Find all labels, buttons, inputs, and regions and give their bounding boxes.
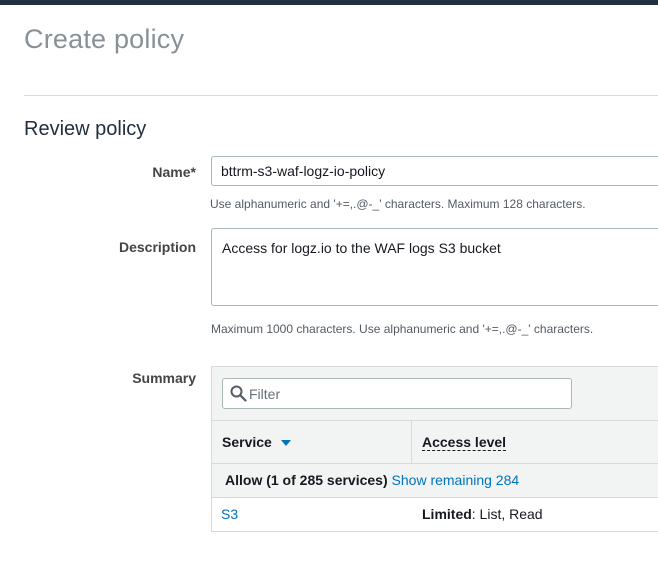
access-level-cell: Limited: List, Read — [422, 498, 543, 531]
description-hint: Maximum 1000 characters. Use alphanumeri… — [211, 322, 594, 336]
name-hint: Use alphanumeric and '+=,.@-_' character… — [210, 197, 586, 211]
access-level-detail: : List, Read — [471, 506, 543, 522]
summary-table: Service Access level Allow (1 of 285 ser… — [211, 366, 658, 532]
filter-input[interactable] — [249, 379, 569, 408]
table-header-row: Service Access level — [212, 421, 658, 464]
access-level-value: Limited — [422, 506, 472, 522]
name-label: Name* — [152, 164, 196, 180]
group-label: Allow (1 of 285 services) — [225, 472, 388, 488]
column-header-service[interactable]: Service — [222, 421, 291, 463]
filter-field[interactable] — [222, 378, 572, 409]
column-header-access-level-label: Access level — [422, 434, 507, 451]
service-link-s3[interactable]: S3 — [221, 498, 238, 531]
policy-description-textarea[interactable]: Access for logz.io to the WAF logs S3 bu… — [211, 228, 658, 306]
column-divider — [411, 421, 412, 463]
description-label: Description — [118, 239, 196, 255]
summary-label: Summary — [132, 370, 196, 386]
table-row: S3 Limited: List, Read — [212, 498, 658, 532]
search-icon — [230, 385, 247, 402]
show-remaining-link[interactable]: Show remaining 284 — [392, 472, 520, 488]
section-title: Review policy — [24, 118, 147, 140]
top-navigation-bar — [0, 0, 658, 5]
policy-name-input[interactable] — [211, 156, 658, 186]
header-divider — [24, 95, 658, 96]
sort-caret-down-icon[interactable] — [280, 440, 291, 447]
column-header-service-label: Service — [222, 434, 272, 450]
column-header-access-level[interactable]: Access level — [422, 421, 507, 463]
group-row-allow: Allow (1 of 285 services) Show remaining… — [212, 464, 658, 498]
filter-bar — [212, 367, 658, 421]
page-title: Create policy — [24, 24, 185, 54]
